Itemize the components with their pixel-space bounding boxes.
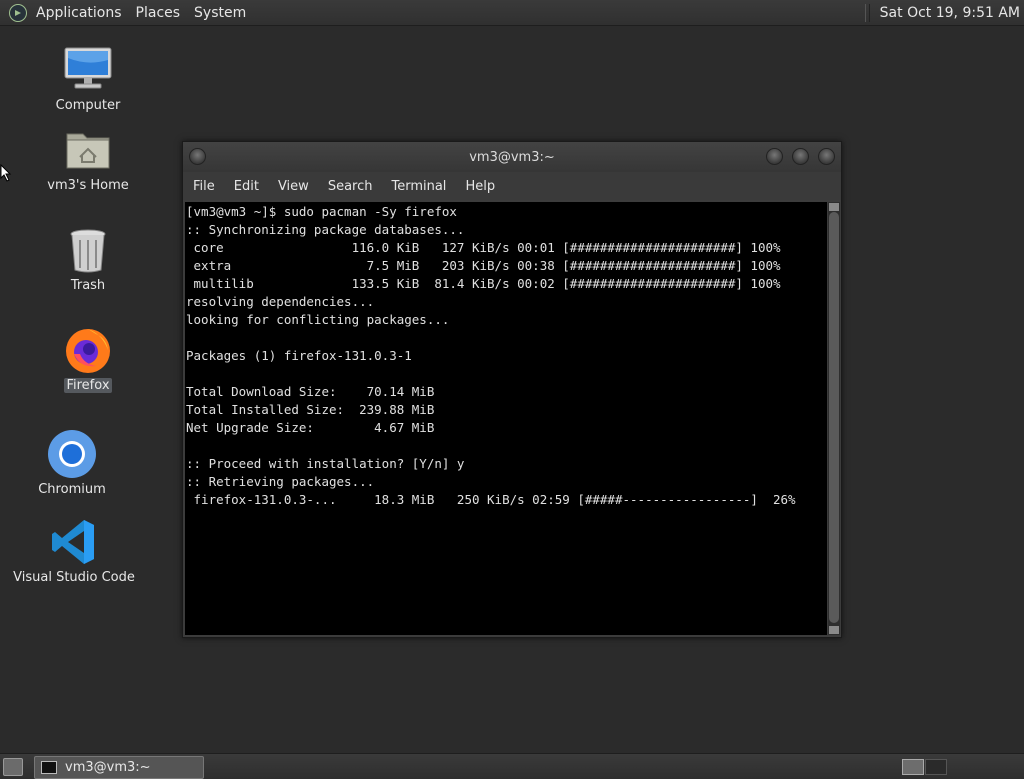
workspace-2[interactable]: [925, 759, 947, 775]
places-menu[interactable]: Places: [136, 5, 181, 21]
desktop-icon-label: Trash: [70, 278, 106, 293]
desktop-icon-trash[interactable]: Trash: [46, 224, 130, 293]
taskbar-button-label: vm3@vm3:~: [65, 760, 151, 775]
mouse-cursor-icon: [0, 163, 12, 186]
terminal-line: Total Download Size: 70.14 MiB: [186, 384, 435, 399]
desktop-icon-label: vm3's Home: [47, 178, 129, 193]
firefox-icon: [62, 324, 114, 376]
taskbar-button-terminal[interactable]: vm3@vm3:~: [34, 756, 204, 779]
terminal-line: firefox-131.0.3-... 18.3 MiB 250 KiB/s 0…: [186, 492, 796, 507]
show-desktop-icon[interactable]: [3, 758, 23, 776]
workspace-1[interactable]: [902, 759, 924, 775]
terminal-line: extra 7.5 MiB 203 KiB/s 00:38 [#########…: [186, 258, 781, 273]
terminal-line: :: Proceed with installation? [Y/n] y: [186, 456, 465, 471]
scroll-up-arrow-icon[interactable]: [829, 203, 839, 211]
terminal-line: resolving dependencies...: [186, 294, 375, 309]
menu-help[interactable]: Help: [465, 179, 495, 194]
desktop-icon-home[interactable]: vm3's Home: [46, 124, 130, 193]
computer-icon: [62, 44, 114, 96]
panel-separator: [864, 3, 870, 22]
trash-icon: [62, 224, 114, 276]
desktop-icon-label: Visual Studio Code: [13, 570, 135, 585]
terminal-menubar: File Edit View Search Terminal Help: [183, 172, 841, 200]
terminal-line: :: Synchronizing package databases...: [186, 222, 465, 237]
terminal-line: Packages (1) firefox-131.0.3-1: [186, 348, 412, 363]
desktop-icon-label: Firefox: [64, 378, 112, 393]
desktop-icon-computer[interactable]: Computer: [46, 44, 130, 113]
maximize-button[interactable]: [792, 148, 809, 165]
scrollbar-thumb[interactable]: [829, 212, 839, 623]
terminal-line: core 116.0 KiB 127 KiB/s 00:01 [########…: [186, 240, 781, 255]
bottom-panel: vm3@vm3:~: [0, 753, 1024, 779]
menu-file[interactable]: File: [193, 179, 215, 194]
menu-terminal[interactable]: Terminal: [391, 179, 446, 194]
vscode-icon: [48, 516, 100, 568]
menu-view[interactable]: View: [278, 179, 309, 194]
system-menu[interactable]: System: [194, 5, 246, 21]
desktop-icon-vscode[interactable]: Visual Studio Code: [13, 516, 135, 585]
home-folder-icon: [62, 124, 114, 176]
terminal-line: :: Retrieving packages...: [186, 474, 375, 489]
terminal-line: looking for conflicting packages...: [186, 312, 450, 327]
terminal-line: Net Upgrade Size: 4.67 MiB: [186, 420, 435, 435]
terminal-icon: [41, 761, 57, 774]
desktop-icon-label: Chromium: [38, 482, 106, 497]
window-titlebar[interactable]: vm3@vm3:~: [183, 142, 841, 172]
chromium-icon: [46, 428, 98, 480]
scroll-down-arrow-icon[interactable]: [829, 626, 839, 634]
top-panel: Applications Places System Sat Oct 19, 9…: [0, 0, 1024, 26]
desktop-icon-chromium[interactable]: Chromium: [30, 428, 114, 497]
close-button[interactable]: [818, 148, 835, 165]
terminal-output[interactable]: [vm3@vm3 ~]$ sudo pacman -Sy firefox :: …: [185, 202, 827, 635]
terminal-line: multilib 133.5 KiB 81.4 KiB/s 00:02 [###…: [186, 276, 781, 291]
menu-edit[interactable]: Edit: [234, 179, 259, 194]
distro-logo-icon[interactable]: [9, 3, 27, 22]
minimize-button[interactable]: [766, 148, 783, 165]
desktop-icon-firefox[interactable]: Firefox: [46, 324, 130, 393]
window-menu-icon[interactable]: [189, 148, 206, 165]
terminal-scrollbar[interactable]: [828, 202, 840, 635]
applications-menu[interactable]: Applications: [36, 5, 122, 21]
terminal-line: Total Installed Size: 239.88 MiB: [186, 402, 435, 417]
clock[interactable]: Sat Oct 19, 9:51 AM: [880, 5, 1020, 21]
menu-search[interactable]: Search: [328, 179, 373, 194]
terminal-line: [vm3@vm3 ~]$ sudo pacman -Sy firefox: [186, 204, 457, 219]
desktop-icon-label: Computer: [55, 98, 121, 113]
terminal-window[interactable]: vm3@vm3:~ File Edit View Search Terminal…: [182, 141, 842, 638]
window-title: vm3@vm3:~: [469, 149, 555, 165]
